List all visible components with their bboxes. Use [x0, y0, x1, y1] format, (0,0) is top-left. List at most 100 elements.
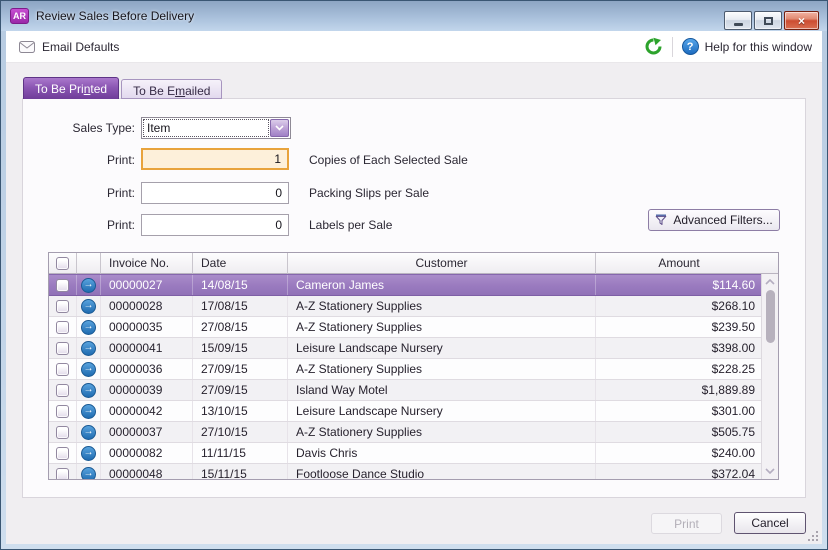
print-copies-input[interactable] [141, 148, 289, 170]
select-all-checkbox[interactable] [56, 257, 69, 270]
labels-input[interactable] [141, 214, 289, 236]
print-copies-desc: Copies of Each Selected Sale [309, 149, 468, 171]
customer-cell: A-Z Stationery Supplies [288, 359, 596, 379]
date-cell: 15/11/15 [193, 464, 288, 479]
customer-cell: Cameron James [288, 275, 596, 295]
table-row[interactable]: → 00000027 14/08/15 Cameron James $114.6… [49, 274, 763, 296]
table-row[interactable]: → 00000048 15/11/15 Footloose Dance Stud… [49, 464, 763, 479]
email-defaults-button[interactable]: Email Defaults [19, 40, 119, 54]
date-cell: 11/11/15 [193, 443, 288, 463]
toolbar-right: ? Help for this window [644, 37, 822, 57]
window-controls: × [724, 11, 819, 30]
customer-cell: Island Way Motel [288, 380, 596, 400]
customer-cell: Leisure Landscape Nursery [288, 401, 596, 421]
date-cell: 27/10/15 [193, 422, 288, 442]
scrollbar-track[interactable] [761, 274, 778, 479]
customer-cell: Davis Chris [288, 443, 596, 463]
labels-desc: Labels per Sale [309, 214, 392, 236]
open-invoice-arrow-icon[interactable]: → [81, 299, 96, 314]
date-cell: 27/08/15 [193, 317, 288, 337]
row-select-checkbox[interactable] [56, 405, 69, 418]
packing-slips-label: Print: [23, 182, 135, 204]
sales-table: Invoice No. Date Customer Amount → 00000… [48, 252, 779, 480]
row-select-checkbox[interactable] [56, 363, 69, 376]
table-row[interactable]: → 00000028 17/08/15 A-Z Stationery Suppl… [49, 296, 763, 317]
envelope-icon [19, 41, 35, 53]
row-select-checkbox[interactable] [56, 300, 69, 313]
table-row[interactable]: → 00000037 27/10/15 A-Z Stationery Suppl… [49, 422, 763, 443]
close-button[interactable]: × [784, 11, 819, 30]
sales-type-dropdown-button[interactable] [270, 119, 289, 137]
amount-cell: $114.60 [596, 275, 763, 295]
maximize-button[interactable] [754, 11, 782, 30]
sales-type-label: Sales Type: [23, 117, 135, 139]
scroll-down-icon[interactable] [765, 468, 775, 474]
row-select-checkbox[interactable] [56, 384, 69, 397]
advanced-filters-button[interactable]: Advanced Filters... [648, 209, 780, 231]
sales-type-dropdown[interactable]: Item [141, 117, 291, 139]
row-select-checkbox[interactable] [56, 279, 69, 292]
open-invoice-arrow-icon[interactable]: → [81, 320, 96, 335]
invoice-cell: 00000048 [101, 464, 193, 479]
select-all-header-cell [49, 253, 77, 274]
row-select-checkbox[interactable] [56, 321, 69, 334]
amount-cell: $240.00 [596, 443, 763, 463]
table-body: → 00000027 14/08/15 Cameron James $114.6… [49, 274, 763, 479]
scroll-up-icon[interactable] [765, 279, 775, 285]
toolbar: Email Defaults ? Help for this window [6, 31, 822, 63]
row-select-checkbox[interactable] [56, 342, 69, 355]
toolbar-divider [672, 37, 673, 57]
table-row[interactable]: → 00000041 15/09/15 Leisure Landscape Nu… [49, 338, 763, 359]
app-badge-icon: AR [10, 8, 29, 24]
customer-cell: Footloose Dance Studio [288, 464, 596, 479]
question-circle-icon: ? [682, 38, 699, 55]
labels-label: Print: [23, 214, 135, 236]
row-select-checkbox[interactable] [56, 468, 69, 480]
cancel-button[interactable]: Cancel [734, 512, 806, 534]
resize-grip[interactable] [808, 531, 819, 542]
help-button[interactable]: ? Help for this window [682, 38, 812, 55]
table-row[interactable]: → 00000035 27/08/15 A-Z Stationery Suppl… [49, 317, 763, 338]
dialog-body: Email Defaults ? Help for this window To… [6, 31, 822, 544]
email-defaults-label: Email Defaults [42, 40, 119, 54]
customer-cell: A-Z Stationery Supplies [288, 296, 596, 316]
table-row[interactable]: → 00000039 27/09/15 Island Way Motel $1,… [49, 380, 763, 401]
refresh-button[interactable] [644, 37, 663, 56]
packing-slips-input[interactable] [141, 182, 289, 204]
date-cell: 27/09/15 [193, 359, 288, 379]
invoice-cell: 00000039 [101, 380, 193, 400]
date-cell: 15/09/15 [193, 338, 288, 358]
sales-type-value: Item [143, 119, 269, 137]
dialog-window: AR Review Sales Before Delivery × Email … [0, 0, 828, 550]
print-copies-label: Print: [23, 149, 135, 171]
table-row[interactable]: → 00000082 11/11/15 Davis Chris $240.00 [49, 443, 763, 464]
open-invoice-arrow-icon[interactable]: → [81, 383, 96, 398]
close-icon: × [798, 15, 805, 27]
help-label: Help for this window [705, 40, 812, 54]
table-row[interactable]: → 00000042 13/10/15 Leisure Landscape Nu… [49, 401, 763, 422]
minimize-button[interactable] [724, 11, 752, 30]
tab-to-be-emailed[interactable]: To Be Emailed [121, 79, 222, 99]
scrollbar-thumb[interactable] [766, 290, 775, 343]
print-button[interactable]: Print [651, 513, 722, 534]
open-invoice-arrow-icon[interactable]: → [81, 404, 96, 419]
table-row[interactable]: → 00000036 27/09/15 A-Z Stationery Suppl… [49, 359, 763, 380]
open-invoice-arrow-icon[interactable]: → [81, 362, 96, 377]
packing-slips-desc: Packing Slips per Sale [309, 182, 429, 204]
open-invoice-arrow-icon[interactable]: → [81, 278, 96, 293]
advanced-filters-label: Advanced Filters... [673, 213, 772, 227]
open-invoice-arrow-icon[interactable]: → [81, 341, 96, 356]
vertical-scrollbar[interactable] [761, 253, 778, 479]
tab-to-be-printed[interactable]: To Be Printed [23, 77, 119, 99]
date-cell: 17/08/15 [193, 296, 288, 316]
invoice-cell: 00000027 [101, 275, 193, 295]
invoice-cell: 00000042 [101, 401, 193, 421]
open-invoice-arrow-icon[interactable]: → [81, 425, 96, 440]
refresh-icon [644, 37, 663, 56]
date-cell: 14/08/15 [193, 275, 288, 295]
open-invoice-arrow-icon[interactable]: → [81, 467, 96, 480]
open-invoice-arrow-icon[interactable]: → [81, 446, 96, 461]
to-be-printed-panel: Sales Type: Item Print: Copies of Each S… [22, 98, 806, 498]
row-select-checkbox[interactable] [56, 447, 69, 460]
row-select-checkbox[interactable] [56, 426, 69, 439]
